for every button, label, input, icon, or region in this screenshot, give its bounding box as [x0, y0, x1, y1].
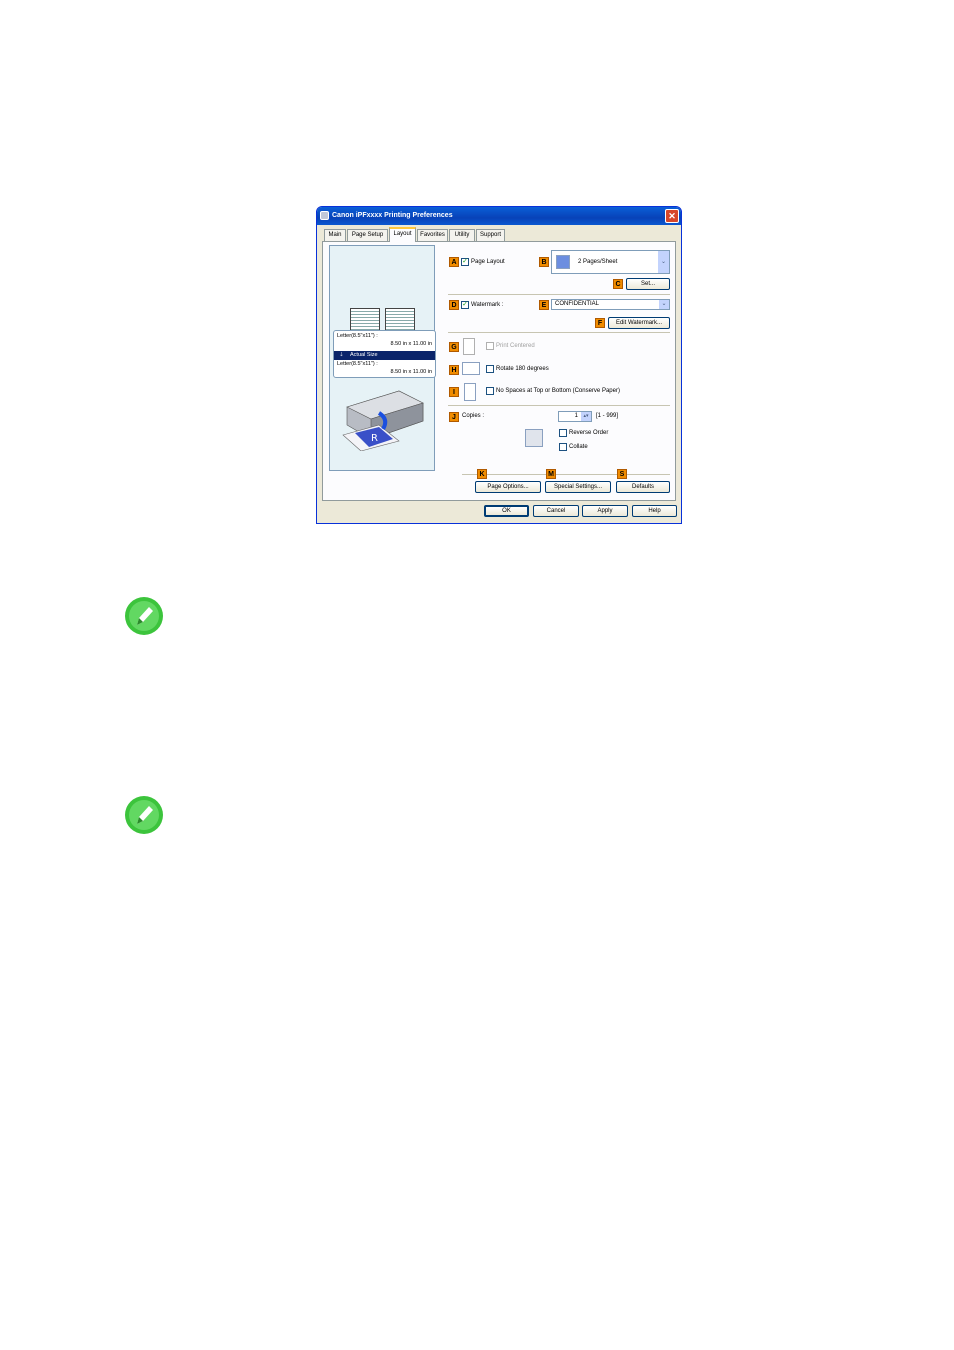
rotate-icon — [462, 362, 480, 375]
output-dims: 8.50 in x 11.00 in — [390, 369, 432, 375]
badge-f: F — [595, 318, 605, 328]
ok-button[interactable]: OK — [484, 505, 529, 517]
no-spaces-label: No Spaces at Top or Bottom (Conserve Pap… — [496, 388, 620, 394]
separator — [462, 474, 670, 475]
scale-label: Actual Size — [350, 352, 378, 358]
watermark-combo[interactable]: CONFIDENTIAL ⌄ — [551, 299, 670, 310]
arrow-down-icon: 🡓 — [340, 352, 343, 358]
special-settings-button[interactable]: Special Settings... — [545, 481, 611, 493]
copies-value: 1 — [574, 413, 578, 419]
badge-h: H — [449, 365, 459, 375]
tab-utility[interactable]: Utility — [449, 229, 475, 241]
reverse-order-checkbox[interactable] — [559, 429, 567, 437]
title-bar[interactable]: Canon iPFxxxx Printing Preferences ✕ — [317, 207, 681, 225]
badge-c: C — [613, 279, 623, 289]
pages-per-sheet-icon — [556, 255, 570, 269]
tab-favorites[interactable]: Favorites — [417, 229, 448, 241]
paper-size-info: Letter(8.5"x11") : 8.50 in x 11.00 in 🡓 … — [333, 330, 436, 378]
separator — [448, 294, 670, 295]
help-button[interactable]: Help — [632, 505, 677, 517]
watermark-value: CONFIDENTIAL — [555, 301, 600, 307]
copies-label: Copies : — [462, 413, 485, 419]
input-dims: 8.50 in x 11.00 in — [390, 341, 432, 347]
spin-icon[interactable]: ▴▾ — [581, 412, 591, 421]
badge-s: S — [617, 469, 627, 479]
watermark-label: Watermark : — [471, 302, 504, 308]
apply-button[interactable]: Apply — [582, 505, 628, 517]
printer-app-icon — [320, 211, 329, 220]
note-pencil-icon — [125, 597, 163, 635]
conserve-paper-icon — [464, 383, 476, 401]
no-spaces-checkbox[interactable] — [486, 387, 494, 395]
page-layout-label: Page Layout — [471, 259, 505, 265]
page-layout-checkbox[interactable]: ✓ — [461, 258, 469, 266]
badge-d: D — [449, 300, 459, 310]
copies-spinner[interactable]: 1 ▴▾ — [558, 411, 592, 422]
input-size-label: Letter(8.5"x11") : — [337, 333, 378, 339]
scale-row: 🡓 Actual Size — [334, 351, 435, 360]
badge-a: A — [449, 257, 459, 267]
badge-b: B — [539, 257, 549, 267]
printing-preferences-dialog: Canon iPFxxxx Printing Preferences ✕ Mai… — [316, 206, 682, 524]
chevron-down-icon[interactable]: ⌄ — [658, 251, 669, 273]
badge-e: E — [539, 300, 549, 310]
badge-k: K — [477, 469, 487, 479]
tab-support[interactable]: Support — [476, 229, 505, 241]
printer-illustration: R — [342, 390, 424, 451]
badge-j: J — [449, 412, 459, 422]
tab-layout[interactable]: Layout — [389, 227, 416, 242]
print-centered-icon — [463, 338, 475, 355]
collate-checkbox[interactable] — [559, 443, 567, 451]
reverse-order-label: Reverse Order — [569, 430, 609, 436]
chevron-down-icon[interactable]: ⌄ — [659, 300, 669, 309]
page-layout-combo[interactable]: 2 Pages/Sheet ⌄ — [551, 250, 670, 274]
copies-range: [1 - 999] — [596, 413, 619, 419]
copies-stack-icon — [525, 429, 543, 447]
svg-text:R: R — [371, 433, 378, 444]
badge-m: M — [546, 469, 556, 479]
cancel-button[interactable]: Cancel — [533, 505, 579, 517]
page-options-button[interactable]: Page Options... — [475, 481, 541, 493]
tab-page-setup[interactable]: Page Setup — [347, 229, 388, 241]
collate-label: Collate — [569, 444, 588, 450]
rotate-label: Rotate 180 degrees — [496, 366, 549, 372]
badge-i: I — [449, 387, 459, 397]
page-layout-value: 2 Pages/Sheet — [578, 259, 618, 265]
print-centered-checkbox[interactable] — [486, 342, 494, 350]
edit-watermark-button[interactable]: Edit Watermark... — [608, 317, 670, 329]
tab-main[interactable]: Main — [324, 229, 346, 241]
separator — [448, 332, 670, 333]
print-centered-label: Print Centered — [496, 343, 535, 349]
close-icon[interactable]: ✕ — [665, 209, 679, 223]
note-pencil-icon — [125, 796, 163, 834]
set-button[interactable]: Set... — [626, 278, 670, 290]
window-title: Canon iPFxxxx Printing Preferences — [332, 212, 453, 219]
badge-g: G — [449, 342, 459, 352]
output-size-label: Letter(8.5"x11") : — [337, 361, 378, 367]
rotate-checkbox[interactable] — [486, 365, 494, 373]
separator — [448, 405, 670, 406]
watermark-checkbox[interactable]: ✓ — [461, 301, 469, 309]
defaults-button[interactable]: Defaults — [616, 481, 670, 493]
